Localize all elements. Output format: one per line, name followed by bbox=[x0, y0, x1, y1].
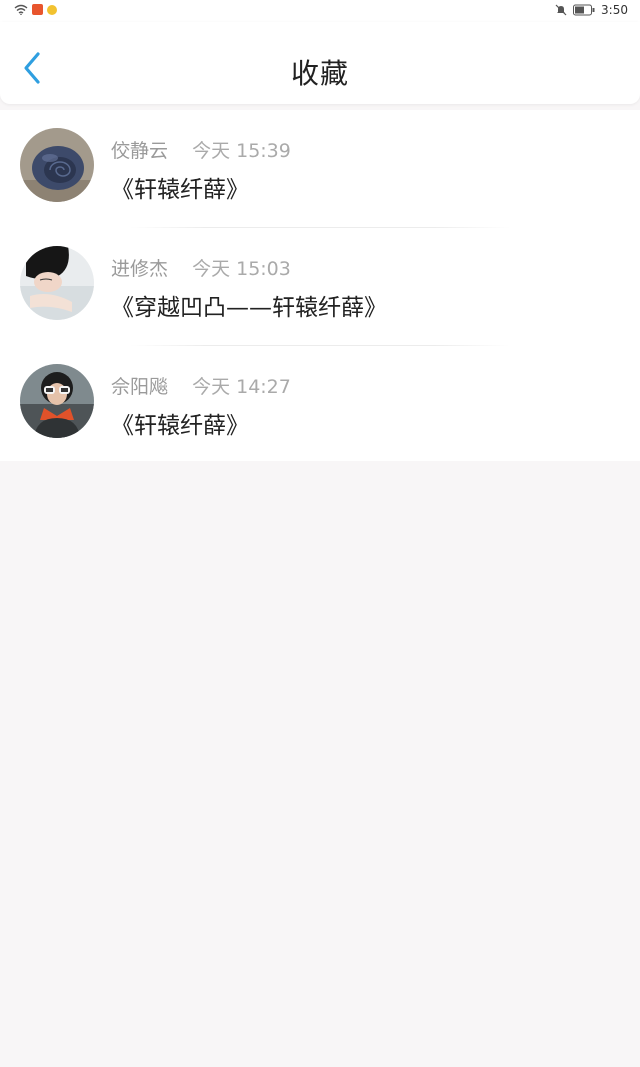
work-title: 《穿越凹凸——轩辕纤薛》 bbox=[111, 295, 387, 321]
list-item[interactable]: 进修杰 今天 15:03 《穿越凹凸——轩辕纤薛》 bbox=[0, 228, 640, 346]
timestamp: 今天 15:39 bbox=[192, 140, 291, 162]
list-item[interactable]: 佘阳飚 今天 14:27 《轩辕纤薛》 bbox=[0, 346, 640, 464]
weather-icon bbox=[47, 4, 57, 15]
avatar[interactable] bbox=[20, 246, 94, 320]
item-meta: 佘阳飚 今天 14:27 bbox=[111, 372, 291, 399]
work-title: 《轩辕纤薛》 bbox=[111, 413, 249, 439]
status-right-icons: 3:50 bbox=[555, 3, 628, 17]
avatar[interactable] bbox=[20, 364, 94, 438]
status-time: 3:50 bbox=[601, 3, 628, 17]
user-name: 佘阳飚 bbox=[111, 376, 169, 398]
wifi-icon bbox=[14, 4, 28, 15]
user-name: 进修杰 bbox=[111, 258, 169, 280]
timestamp: 今天 14:27 bbox=[192, 376, 291, 398]
timestamp: 今天 15:03 bbox=[192, 258, 291, 280]
avatar[interactable] bbox=[20, 128, 94, 202]
item-meta: 佼静云 今天 15:39 bbox=[111, 136, 291, 163]
item-meta: 进修杰 今天 15:03 bbox=[111, 254, 291, 281]
app-header: 收藏 bbox=[0, 22, 640, 104]
app-notification-icon bbox=[32, 4, 43, 15]
user-name: 佼静云 bbox=[111, 140, 169, 162]
favorites-list: 佼静云 今天 15:39 《轩辕纤薛》 进修杰 今天 15:03 《穿越凹凸——… bbox=[0, 110, 640, 461]
list-item[interactable]: 佼静云 今天 15:39 《轩辕纤薛》 bbox=[0, 110, 640, 228]
page-title: 收藏 bbox=[290, 57, 349, 90]
mute-icon bbox=[555, 4, 567, 16]
work-title: 《轩辕纤薛》 bbox=[111, 177, 249, 203]
battery-icon bbox=[573, 4, 595, 16]
status-left-icons bbox=[14, 4, 57, 15]
status-bar: 3:50 bbox=[0, 0, 640, 22]
